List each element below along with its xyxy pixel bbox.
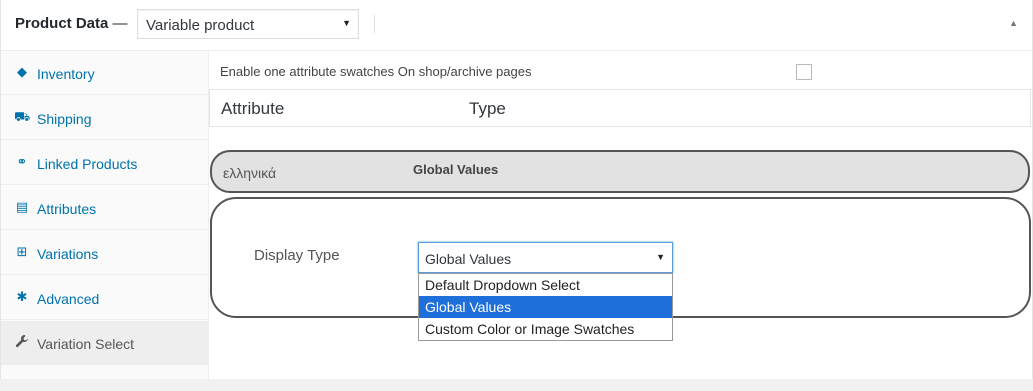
attribute-type: Global Values [413, 162, 499, 177]
tab-label: Inventory [37, 66, 95, 82]
enable-swatches-row: Enable one attribute swatches On shop/ar… [209, 51, 1032, 89]
tag-icon: ◆ [17, 64, 27, 79]
tab-linked-products[interactable]: ⚭ Linked Products [1, 141, 208, 185]
wrench-icon [14, 334, 30, 350]
enable-swatches-checkbox[interactable] [796, 64, 812, 80]
display-type-options: Default Dropdown Select Global Values Cu… [418, 273, 673, 341]
option-global-values[interactable]: Global Values [419, 296, 672, 318]
gear-icon: ✱ [16, 289, 28, 304]
product-data-tabs: ◆ Inventory ⛟ Shipping ⚭ Linked Products… [1, 51, 209, 379]
tab-inventory[interactable]: ◆ Inventory [1, 51, 208, 95]
panel-title-text: Product Data [15, 15, 109, 32]
option-custom-swatches[interactable]: Custom Color or Image Swatches [419, 318, 672, 340]
chevron-down-icon: ▼ [342, 18, 351, 28]
attribute-name: ελληνικά [223, 165, 277, 181]
option-default-dropdown[interactable]: Default Dropdown Select [419, 274, 672, 296]
collapse-arrow-icon[interactable]: ▲ [1009, 18, 1018, 28]
tab-label: Advanced [37, 291, 100, 307]
display-type-select[interactable]: Global Values ▼ [418, 242, 673, 273]
truck-icon: ⛟ [14, 109, 31, 124]
tab-label: Variation Select [37, 336, 135, 352]
grid-icon: ⊞ [16, 244, 28, 259]
tab-attributes[interactable]: ▤ Attributes [1, 186, 208, 230]
product-data-panel: Product Data — Variable product ▼ ▲ ◆ In… [0, 0, 1033, 380]
header-divider [374, 15, 375, 33]
tab-label: Linked Products [37, 156, 138, 172]
link-icon: ⚭ [16, 154, 28, 169]
column-header-attribute: Attribute [221, 99, 285, 118]
list-icon: ▤ [15, 199, 29, 214]
enable-swatches-label: Enable one attribute swatches On shop/ar… [220, 64, 532, 79]
tab-advanced[interactable]: ✱ Advanced [1, 276, 208, 320]
attribute-table-header: Attribute Type [209, 89, 1031, 127]
tab-label: Shipping [37, 111, 92, 127]
tab-shipping[interactable]: ⛟ Shipping [1, 96, 208, 140]
page-bottom-bar [0, 379, 1033, 391]
tab-label: Attributes [37, 201, 97, 217]
title-dash: — [112, 15, 128, 32]
product-type-select[interactable]: Variable product ▼ [137, 9, 359, 39]
attribute-row[interactable]: ελληνικά Global Values [210, 150, 1030, 193]
tab-variation-select[interactable]: Variation Select [1, 321, 208, 365]
panel-header: Product Data — Variable product ▼ ▲ [1, 0, 1032, 51]
product-type-value: Variable product [146, 17, 255, 34]
display-type-label: Display Type [254, 247, 340, 264]
column-header-type: Type [469, 99, 506, 118]
display-type-value: Global Values [425, 251, 512, 267]
panel-title: Product Data — [15, 15, 128, 32]
tab-variations[interactable]: ⊞ Variations [1, 231, 208, 275]
tab-label: Variations [37, 246, 99, 262]
chevron-down-icon: ▼ [656, 252, 665, 262]
